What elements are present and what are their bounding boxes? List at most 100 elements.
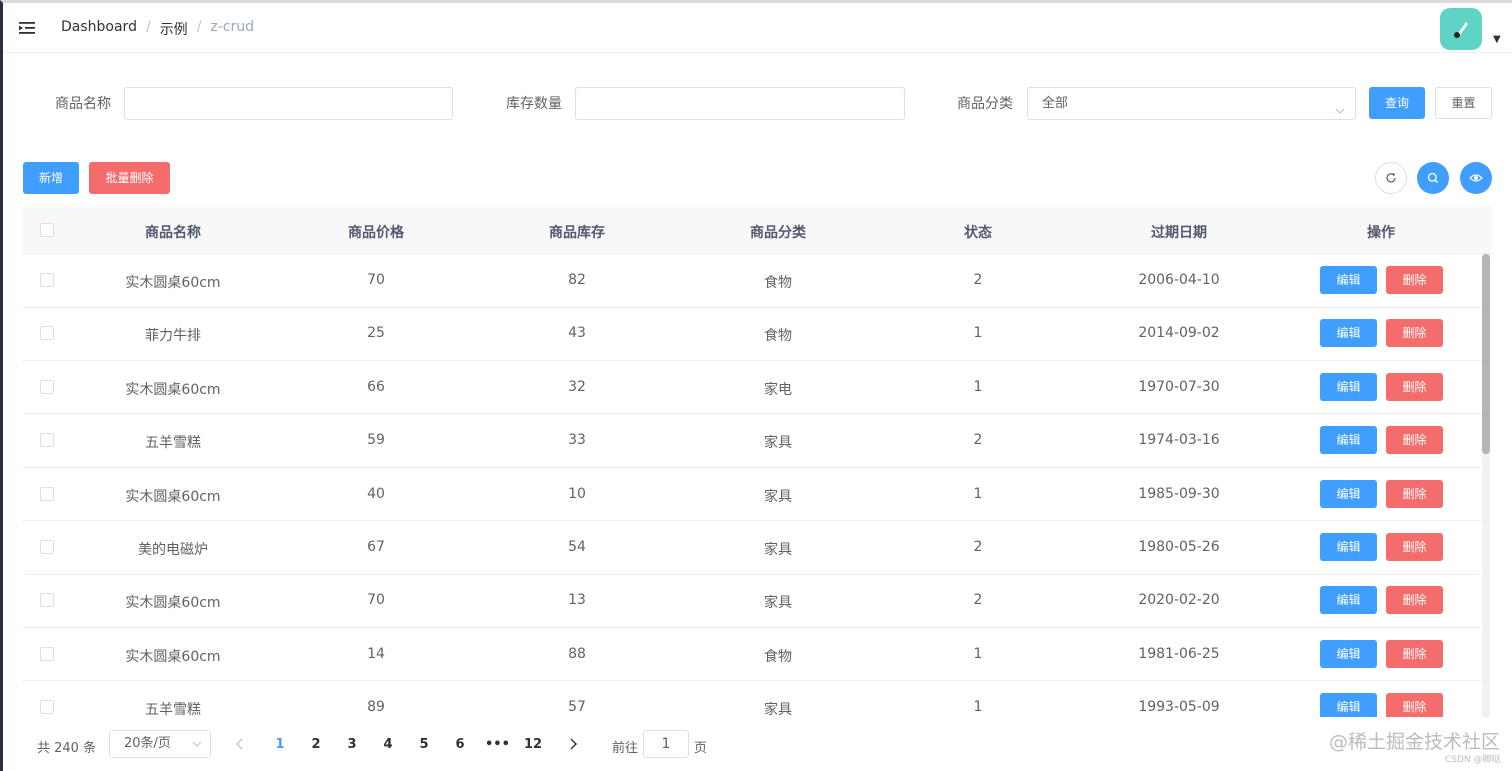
edit-button[interactable]: 编辑 bbox=[1320, 693, 1377, 717]
cell-status: 1 bbox=[973, 378, 983, 395]
cell-status: 1 bbox=[973, 645, 983, 662]
column-header-status: 状态 bbox=[964, 225, 992, 241]
page-ellipsis[interactable]: ••• bbox=[485, 737, 510, 752]
cell-category: 家具 bbox=[764, 595, 792, 612]
row-checkbox[interactable] bbox=[40, 273, 54, 287]
table-row: 实木圆桌60cm 66 32 家电 1 1970-07-30 编辑 删除 bbox=[23, 361, 1482, 415]
goto-page-input[interactable]: 1 bbox=[643, 730, 689, 758]
row-checkbox[interactable] bbox=[40, 486, 54, 501]
delete-button[interactable]: 删除 bbox=[1386, 693, 1443, 717]
cell-name: 实木圆桌60cm bbox=[125, 275, 221, 291]
row-checkbox[interactable] bbox=[40, 326, 54, 341]
toggle-search-button[interactable] bbox=[1417, 162, 1449, 194]
refresh-button[interactable] bbox=[1375, 162, 1407, 194]
goto-label: 前往 bbox=[612, 741, 639, 756]
cell-stock: 57 bbox=[568, 699, 586, 716]
column-header-date: 过期日期 bbox=[1151, 225, 1207, 241]
cell-name: 实木圆桌60cm bbox=[125, 488, 221, 505]
table-row: 五羊雪糕 59 33 家具 2 1974-03-16 编辑 删除 bbox=[23, 414, 1482, 468]
menu-fold-icon[interactable] bbox=[17, 18, 39, 38]
edit-button[interactable]: 编辑 bbox=[1320, 639, 1377, 668]
breadcrumb-current: z-crud bbox=[210, 19, 255, 35]
table-row: 菲力牛排 25 43 食物 1 2014-09-02 编辑 删除 bbox=[23, 307, 1482, 361]
edit-button[interactable]: 编辑 bbox=[1320, 479, 1377, 508]
cell-date: 1981-06-25 bbox=[1138, 645, 1220, 662]
edit-button[interactable]: 编辑 bbox=[1320, 266, 1377, 294]
breadcrumb-example[interactable]: 示例 bbox=[160, 19, 188, 39]
eye-icon bbox=[1469, 174, 1483, 182]
chevron-right-icon[interactable] bbox=[568, 737, 578, 755]
chevron-down-icon bbox=[192, 731, 202, 767]
edit-button[interactable]: 编辑 bbox=[1320, 533, 1377, 561]
category-select[interactable]: 全部 bbox=[1027, 87, 1356, 120]
delete-button[interactable]: 删除 bbox=[1386, 586, 1443, 615]
add-button[interactable]: 新增 bbox=[23, 162, 79, 194]
cell-price: 70 bbox=[367, 272, 385, 288]
edit-button[interactable]: 编辑 bbox=[1320, 586, 1377, 615]
cell-date: 1974-03-16 bbox=[1138, 432, 1220, 449]
columns-toggle-button[interactable] bbox=[1460, 162, 1492, 194]
table-row: 实木圆桌60cm 70 13 家具 2 2020-02-20 编辑 删除 bbox=[23, 574, 1482, 628]
delete-button[interactable]: 删除 bbox=[1386, 266, 1443, 294]
avatar[interactable] bbox=[1440, 8, 1482, 50]
delete-button[interactable]: 删除 bbox=[1386, 479, 1443, 508]
page-number[interactable]: 6 bbox=[448, 737, 472, 752]
row-checkbox[interactable] bbox=[40, 379, 54, 394]
page-size-value: 20条/页 bbox=[124, 736, 171, 751]
category-select-value: 全部 bbox=[1042, 96, 1069, 111]
cell-date: 1993-05-09 bbox=[1138, 699, 1220, 716]
breadcrumb-dashboard[interactable]: Dashboard bbox=[61, 19, 137, 39]
row-checkbox[interactable] bbox=[40, 540, 54, 554]
delete-button[interactable]: 删除 bbox=[1386, 372, 1443, 401]
cell-status: 1 bbox=[973, 485, 983, 502]
cell-date: 2006-04-10 bbox=[1138, 272, 1220, 288]
cell-status: 1 bbox=[973, 699, 983, 716]
cell-price: 25 bbox=[367, 325, 385, 342]
page-size-select[interactable]: 20条/页 bbox=[109, 730, 211, 758]
cell-stock: 54 bbox=[568, 539, 586, 555]
cell-date: 2014-09-02 bbox=[1138, 325, 1220, 342]
stock-input[interactable] bbox=[575, 87, 905, 120]
page-number[interactable]: 12 bbox=[521, 737, 545, 752]
cell-date: 1970-07-30 bbox=[1138, 378, 1220, 395]
table-scrollbar[interactable] bbox=[1482, 254, 1490, 717]
chevron-down-icon[interactable]: ▼ bbox=[1493, 34, 1501, 45]
reset-button[interactable]: 重置 bbox=[1435, 87, 1492, 119]
cell-price: 14 bbox=[367, 645, 385, 662]
delete-button[interactable]: 删除 bbox=[1386, 426, 1443, 455]
page-number[interactable]: 4 bbox=[376, 737, 400, 752]
row-checkbox[interactable] bbox=[40, 433, 54, 448]
edit-button[interactable]: 编辑 bbox=[1320, 372, 1377, 401]
cell-category: 食物 bbox=[764, 328, 792, 345]
page-number[interactable]: 3 bbox=[340, 737, 364, 752]
chevron-left-icon[interactable] bbox=[235, 737, 245, 755]
delete-button[interactable]: 删除 bbox=[1386, 319, 1443, 348]
column-header-actions: 操作 bbox=[1367, 225, 1395, 241]
pagination: 共 240 条 20条/页 1 2 3 4 5 6 ••• 12 前往 1 页 bbox=[0, 718, 1512, 771]
page-number[interactable]: 2 bbox=[304, 737, 328, 752]
column-header-price: 商品价格 bbox=[348, 225, 404, 241]
delete-button[interactable]: 删除 bbox=[1386, 533, 1443, 561]
select-all-checkbox[interactable] bbox=[40, 223, 54, 237]
batch-delete-button[interactable]: 批量删除 bbox=[89, 162, 170, 194]
page-number[interactable]: 5 bbox=[412, 737, 436, 752]
cell-price: 40 bbox=[367, 485, 385, 502]
name-input[interactable] bbox=[124, 87, 453, 120]
cell-date: 1985-09-30 bbox=[1138, 485, 1220, 502]
category-label: 商品分类 bbox=[957, 96, 1013, 112]
edit-button[interactable]: 编辑 bbox=[1320, 319, 1377, 348]
cell-name: 五羊雪糕 bbox=[145, 435, 201, 452]
page-number[interactable]: 1 bbox=[268, 737, 292, 752]
navbar: Dashboard / 示例 / z-crud ▼ bbox=[3, 3, 1512, 53]
delete-button[interactable]: 删除 bbox=[1386, 639, 1443, 668]
cell-price: 59 bbox=[367, 432, 385, 449]
table-scrollbar-thumb[interactable] bbox=[1482, 254, 1490, 454]
row-checkbox[interactable] bbox=[40, 593, 54, 608]
query-button[interactable]: 查询 bbox=[1369, 87, 1425, 119]
cell-category: 家具 bbox=[764, 488, 792, 505]
edit-button[interactable]: 编辑 bbox=[1320, 426, 1377, 455]
cell-category: 食物 bbox=[764, 648, 792, 665]
data-table: 商品名称 商品价格 商品库存 商品分类 状态 过期日期 操作 实木圆桌60cm 7… bbox=[23, 207, 1492, 717]
row-checkbox[interactable] bbox=[40, 700, 54, 715]
row-checkbox[interactable] bbox=[40, 646, 54, 661]
